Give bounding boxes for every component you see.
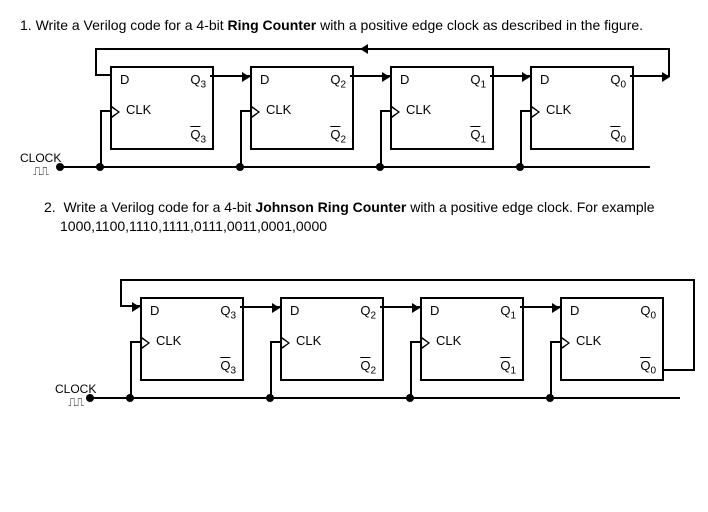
q2bar-label: Q2 bbox=[330, 127, 346, 146]
d-label: D bbox=[150, 303, 159, 318]
flipflop-1: D Q1 CLK Q1 bbox=[390, 66, 494, 150]
flipflop-3: D Q3 CLK Q3 bbox=[110, 66, 214, 150]
flipflop-0: D Q0 CLK Q0 bbox=[560, 297, 664, 381]
d-label: D bbox=[400, 72, 409, 87]
q0bar-label: Q0 bbox=[610, 127, 626, 146]
clock-triangle-icon bbox=[282, 337, 290, 349]
flipflop-3: D Q3 CLK Q3 bbox=[140, 297, 244, 381]
d-label: D bbox=[120, 72, 129, 87]
d-label: D bbox=[290, 303, 299, 318]
clock-triangle-icon bbox=[252, 106, 260, 118]
clk-label: CLK bbox=[156, 333, 181, 348]
q0-label: Q0 bbox=[640, 303, 656, 322]
flipflop-0: D Q0 CLK Q0 bbox=[530, 66, 634, 150]
q2-label: Q2 bbox=[330, 72, 346, 91]
ring-counter-diagram: D Q3 CLK Q3 D Q2 CLK Q2 D Q1 CLK Q1 D Q0… bbox=[20, 48, 688, 178]
flipflop-2: D Q2 CLK Q2 bbox=[280, 297, 384, 381]
clock-triangle-icon bbox=[532, 106, 540, 118]
question-1: 1. Write a Verilog code for a 4-bit Ring… bbox=[20, 16, 688, 36]
q1-label: Q1 bbox=[500, 303, 516, 322]
q1-text-after: with a positive edge clock as described … bbox=[316, 17, 643, 33]
clock-triangle-icon bbox=[392, 106, 400, 118]
flipflop-1: D Q1 CLK Q1 bbox=[420, 297, 524, 381]
clk-label: CLK bbox=[126, 102, 151, 117]
clock-triangle-icon bbox=[422, 337, 430, 349]
q2-bold: Johnson Ring Counter bbox=[255, 199, 406, 215]
flipflop-2: D Q2 CLK Q2 bbox=[250, 66, 354, 150]
clock-triangle-icon bbox=[142, 337, 150, 349]
clock-wave-icon: ⎍⎍ bbox=[68, 396, 83, 409]
johnson-counter-diagram: D Q3 CLK Q3 D Q2 CLK Q2 D Q1 CLK Q1 D Q0… bbox=[20, 279, 688, 409]
q1-label: Q1 bbox=[470, 72, 486, 91]
clk-label: CLK bbox=[296, 333, 321, 348]
q2-label: Q2 bbox=[360, 303, 376, 322]
q3bar-label: Q3 bbox=[220, 358, 236, 377]
q3bar-label: Q3 bbox=[190, 127, 206, 146]
q0-label: Q0 bbox=[610, 72, 626, 91]
clock-wave-icon: ⎍⎍ bbox=[33, 165, 48, 178]
q1-text-before: Write a Verilog code for a 4-bit bbox=[36, 17, 228, 33]
clk-label: CLK bbox=[406, 102, 431, 117]
q1-bold: Ring Counter bbox=[228, 17, 317, 33]
d-label: D bbox=[570, 303, 579, 318]
clock-triangle-icon bbox=[112, 106, 120, 118]
q3-label: Q3 bbox=[220, 303, 236, 322]
q2bar-label: Q2 bbox=[360, 358, 376, 377]
q1-number: 1. bbox=[20, 17, 32, 33]
q0bar-label: Q0 bbox=[640, 358, 656, 377]
clk-label: CLK bbox=[436, 333, 461, 348]
q1bar-label: Q1 bbox=[470, 127, 486, 146]
clock-triangle-icon bbox=[562, 337, 570, 349]
q2-number: 2. bbox=[44, 199, 56, 215]
d-label: D bbox=[260, 72, 269, 87]
q1bar-label: Q1 bbox=[500, 358, 516, 377]
d-label: D bbox=[540, 72, 549, 87]
d-label: D bbox=[430, 303, 439, 318]
question-2: 2. Write a Verilog code for a 4-bit John… bbox=[20, 198, 688, 237]
q2-text-before: Write a Verilog code for a 4-bit bbox=[63, 199, 255, 215]
clock-label: CLOCK ⎍⎍ bbox=[20, 152, 61, 178]
q2-text-after: with a positive edge clock. For example bbox=[406, 199, 654, 215]
clk-label: CLK bbox=[266, 102, 291, 117]
q2-sequence: 1000,1100,1110,1111,0111,0011,0001,0000 bbox=[44, 217, 688, 237]
clk-label: CLK bbox=[546, 102, 571, 117]
clk-label: CLK bbox=[576, 333, 601, 348]
q3-label: Q3 bbox=[190, 72, 206, 91]
